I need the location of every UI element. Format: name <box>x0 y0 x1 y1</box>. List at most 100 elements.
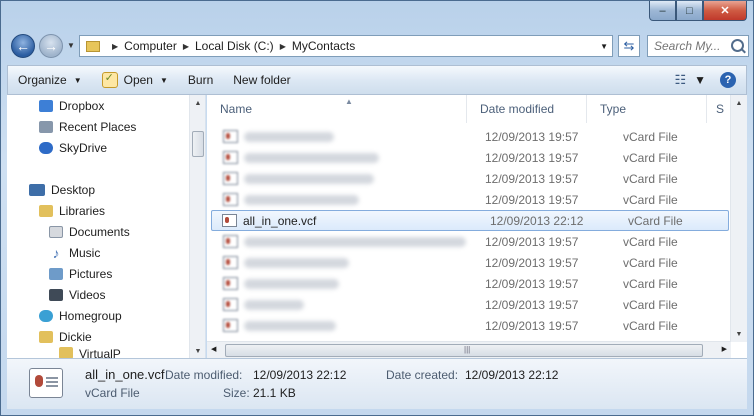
column-header-name[interactable]: Name <box>207 95 467 123</box>
dropbox-icon <box>39 99 53 112</box>
scrollbar-thumb[interactable]: ||| <box>225 344 703 357</box>
file-row[interactable]: 12/09/2013 19:57 vCard File <box>207 294 731 315</box>
file-date-modified: 12/09/2013 19:57 <box>485 297 579 312</box>
nav-item-music[interactable]: ♪ Music <box>7 242 189 263</box>
breadcrumb-mycontacts[interactable]: MyContacts <box>292 39 355 53</box>
nav-item-documents[interactable]: Documents <box>7 221 189 242</box>
open-label: Open <box>123 73 153 87</box>
file-row[interactable]: 12/09/2013 19:57 vCard File <box>207 147 731 168</box>
scroll-up-icon[interactable]: ▲ <box>731 95 747 111</box>
help-button[interactable]: ? <box>720 72 736 88</box>
nav-item-label: Documents <box>69 224 130 239</box>
nav-item-dropbox[interactable]: Dropbox <box>7 95 189 116</box>
nav-item-pictures[interactable]: Pictures <box>7 263 189 284</box>
file-row[interactable]: 12/09/2013 19:57 vCard File <box>207 231 731 252</box>
minimize-button[interactable]: – <box>649 1 676 21</box>
nav-vertical-scrollbar[interactable]: ▲ ▼ <box>189 95 205 359</box>
user-folder-icon <box>39 330 53 343</box>
nav-item-recent-places[interactable]: Recent Places <box>7 116 189 137</box>
search-icon[interactable] <box>731 39 744 52</box>
file-row[interactable]: 12/09/2013 19:57 vCard File <box>207 126 731 147</box>
nav-item-homegroup[interactable]: Homegroup <box>7 305 189 326</box>
file-date-modified: 12/09/2013 19:57 <box>485 129 579 144</box>
nav-item-desktop[interactable]: Desktop <box>7 179 189 200</box>
folder-icon <box>86 40 100 52</box>
address-bar[interactable]: ▶ Computer ▶ Local Disk (C:) ▶ MyContact… <box>79 35 613 57</box>
nav-item-label: Recent Places <box>59 119 137 134</box>
view-options-chevron-icon[interactable]: ▼ <box>694 73 706 87</box>
file-row[interactable]: 12/09/2013 19:57 vCard File <box>207 315 731 336</box>
column-header-date-modified[interactable]: Date modified <box>467 95 587 123</box>
files-vertical-scrollbar[interactable]: ▲ ▼ <box>730 95 747 342</box>
breadcrumb-computer[interactable]: Computer <box>124 39 177 53</box>
back-button[interactable]: ← <box>11 34 35 58</box>
maximize-button[interactable]: □ <box>676 1 703 21</box>
breadcrumb-separator-icon[interactable]: ▶ <box>183 42 189 51</box>
navigation-bar: ← → ▼ ▶ Computer ▶ Local Disk (C:) ▶ MyC… <box>7 31 749 61</box>
column-header-type[interactable]: Type <box>587 95 707 123</box>
libraries-icon <box>39 204 53 217</box>
file-type: vCard File <box>623 276 678 291</box>
search-box[interactable] <box>647 35 749 57</box>
scroll-right-icon[interactable]: ▶ <box>722 345 727 353</box>
file-date-modified: 12/09/2013 19:57 <box>485 171 579 186</box>
burn-button[interactable]: Burn <box>178 66 223 94</box>
file-date-modified: 12/09/2013 19:57 <box>485 276 579 291</box>
file-date-modified: 12/09/2013 19:57 <box>485 192 579 207</box>
nav-item-label: Dropbox <box>59 98 105 113</box>
file-row[interactable]: 12/09/2013 19:57 vCard File <box>207 273 731 294</box>
vcard-file-icon <box>223 130 238 143</box>
desktop-icon <box>29 183 45 196</box>
nav-item-dickie[interactable]: Dickie <box>7 326 189 347</box>
address-history-dropdown-icon[interactable]: ▼ <box>600 42 608 51</box>
chevron-down-icon: ▼ <box>159 75 168 85</box>
breadcrumb-local-disk[interactable]: Local Disk (C:) <box>195 39 274 53</box>
file-row[interactable]: 12/09/2013 19:57 vCard File <box>207 189 731 210</box>
nav-item-label: Libraries <box>59 203 106 218</box>
blurred-file-name <box>244 152 379 163</box>
blurred-file-name <box>244 173 374 184</box>
nav-item-libraries[interactable]: Libraries <box>7 200 189 221</box>
size-value: 21.1 KB <box>253 386 296 400</box>
date-created-label: Date created: <box>386 368 459 382</box>
file-row[interactable]: 12/09/2013 19:57 vCard File <box>207 168 731 189</box>
blurred-file-name <box>244 131 334 142</box>
chevron-down-icon: ▼ <box>73 75 82 85</box>
scroll-down-icon[interactable]: ▼ <box>731 326 747 342</box>
scroll-left-icon[interactable]: ◀ <box>211 345 216 353</box>
refresh-button[interactable]: ⇆ <box>618 35 640 57</box>
open-button[interactable]: Open ▼ <box>92 66 178 94</box>
vcard-file-icon <box>223 235 238 248</box>
skydrive-icon <box>39 141 53 154</box>
refresh-icon: ⇆ <box>623 38 635 53</box>
scroll-down-icon[interactable]: ▼ <box>190 343 205 359</box>
details-file-name: all_in_one.vcf <box>85 367 165 382</box>
file-type: vCard File <box>623 129 678 144</box>
breadcrumb: ▶ Computer ▶ Local Disk (C:) ▶ MyContact… <box>106 39 355 53</box>
vcard-file-icon <box>223 172 238 185</box>
blurred-file-name <box>244 320 336 331</box>
scrollbar-thumb[interactable] <box>192 131 204 157</box>
file-row[interactable]: 12/09/2013 19:57 vCard File <box>207 252 731 273</box>
organize-button[interactable]: Organize ▼ <box>8 66 92 94</box>
file-row[interactable]: all_in_one.vcf 12/09/2013 22:12 vCard File <box>211 210 729 231</box>
nav-item-videos[interactable]: Videos <box>7 284 189 305</box>
nav-item-skydrive[interactable]: SkyDrive <box>7 137 189 158</box>
file-type: vCard File <box>623 150 678 165</box>
new-folder-button[interactable]: New folder <box>223 66 300 94</box>
toolbar-right: ☷ ▼ ? <box>674 72 746 88</box>
breadcrumb-separator-icon[interactable]: ▶ <box>112 42 118 51</box>
scroll-up-icon[interactable]: ▲ <box>190 95 205 111</box>
column-header-size[interactable]: S <box>707 95 727 123</box>
breadcrumb-separator-icon[interactable]: ▶ <box>280 42 286 51</box>
files-horizontal-scrollbar[interactable]: ◀ ||| ▶ <box>207 341 731 359</box>
navigation-pane: Dropbox Recent Places SkyDrive Desktop L… <box>7 95 206 359</box>
file-name-cell <box>207 130 467 143</box>
explorer-window: – □ ✕ ← → ▼ ▶ Computer ▶ Local Disk (C:)… <box>0 0 754 416</box>
change-view-icon[interactable]: ☷ <box>674 72 686 88</box>
close-button[interactable]: ✕ <box>703 1 747 21</box>
forward-button[interactable]: → <box>39 34 63 58</box>
vcard-file-icon <box>223 298 238 311</box>
recent-pages-dropdown[interactable]: ▼ <box>67 41 75 50</box>
search-input[interactable] <box>654 39 724 53</box>
